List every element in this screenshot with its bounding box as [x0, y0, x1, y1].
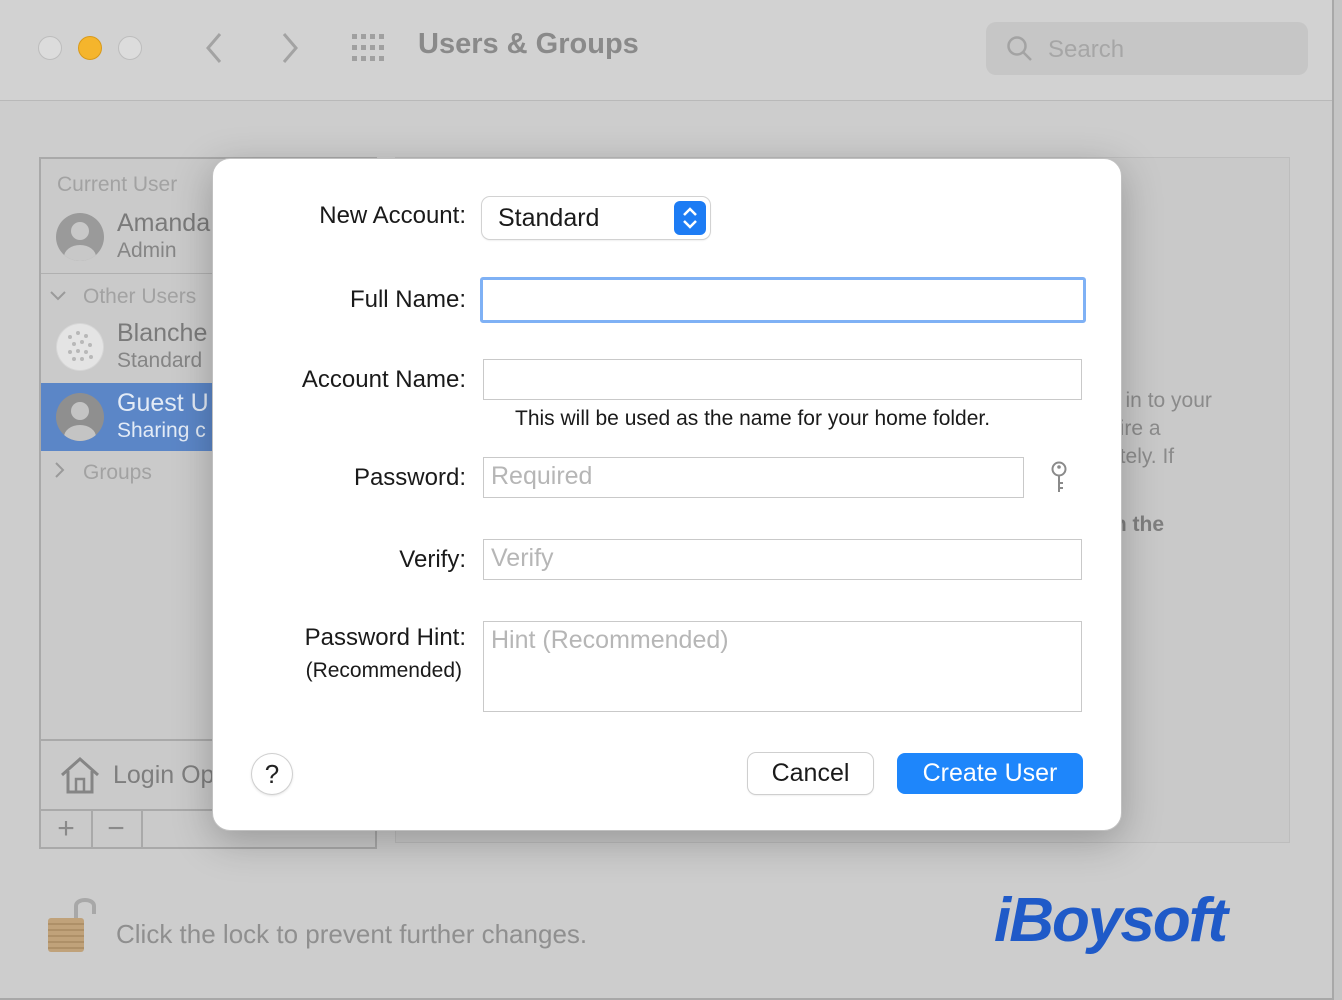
minimize-window-button[interactable]: [78, 36, 102, 60]
search-placeholder: Search: [1048, 36, 1125, 63]
user-role: Sharing c: [117, 419, 206, 442]
back-arrow-icon[interactable]: [200, 30, 230, 66]
verify-label: Verify:: [399, 546, 466, 573]
close-window-button[interactable]: [38, 36, 62, 60]
account-type-popup[interactable]: Standard: [482, 197, 710, 239]
home-folder-note: This will be used as the name for your h…: [515, 407, 991, 430]
avatar: [56, 213, 104, 261]
user-name: Guest U: [117, 389, 209, 417]
account-type-value: Standard: [498, 204, 600, 232]
create-user-button[interactable]: Create User: [897, 753, 1083, 794]
user-name: Blanche: [117, 319, 208, 347]
login-options-label: Login Op: [113, 761, 215, 789]
chevron-down-icon[interactable]: [49, 287, 67, 305]
current-user-header: Current User: [57, 173, 178, 196]
new-account-label: New Account:: [319, 202, 466, 229]
cancel-button[interactable]: Cancel: [748, 753, 873, 794]
popup-arrows-icon: [674, 201, 706, 235]
password-field[interactable]: Required: [483, 457, 1024, 498]
password-hint-label: Password Hint:: [304, 624, 466, 651]
account-name-label: Account Name:: [301, 366, 466, 393]
show-all-grid-icon[interactable]: [350, 32, 390, 64]
verify-placeholder: Verify: [491, 544, 554, 572]
lock-status-text: Click the lock to prevent further change…: [116, 919, 588, 949]
forward-arrow-icon[interactable]: [274, 30, 304, 66]
help-button[interactable]: ?: [252, 754, 292, 794]
password-hint-sublabel: (Recommended): [305, 659, 462, 682]
user-role: Standard: [117, 349, 203, 372]
password-label: Password:: [353, 464, 466, 491]
other-users-header: Other Users: [83, 285, 197, 308]
search-field[interactable]: Search: [986, 22, 1308, 75]
titlebar: Users & Groups Search: [0, 0, 1332, 101]
groups-header[interactable]: Groups: [83, 461, 152, 485]
avatar: [56, 393, 104, 441]
user-role: Admin: [117, 239, 177, 262]
key-icon[interactable]: [1048, 461, 1070, 495]
zoom-window-button[interactable]: [118, 36, 142, 60]
golf-ball-avatar: [56, 323, 104, 371]
user-name: Amanda: [117, 209, 211, 237]
new-account-dialog: New Account: Standard Full Name: Account…: [212, 158, 1122, 831]
verify-field[interactable]: Verify: [483, 539, 1082, 580]
house-icon: [61, 756, 99, 794]
add-user-button[interactable]: +: [41, 811, 93, 849]
window-title: Users & Groups: [418, 28, 639, 60]
full-name-field[interactable]: [480, 277, 1086, 323]
account-name-field[interactable]: [483, 359, 1082, 400]
hint-placeholder: Hint (Recommended): [491, 626, 729, 654]
password-placeholder: Required: [491, 462, 593, 490]
search-icon: [1007, 36, 1032, 61]
full-name-label: Full Name:: [349, 286, 466, 313]
detail-text: g in to your: [1108, 389, 1212, 412]
chevron-right-icon[interactable]: [51, 461, 67, 479]
iboysoft-watermark-logo: iBoysoft: [994, 886, 1228, 955]
remove-user-button[interactable]: −: [91, 811, 143, 849]
password-hint-field[interactable]: Hint (Recommended): [483, 621, 1082, 712]
lock-icon[interactable]: [46, 892, 98, 956]
